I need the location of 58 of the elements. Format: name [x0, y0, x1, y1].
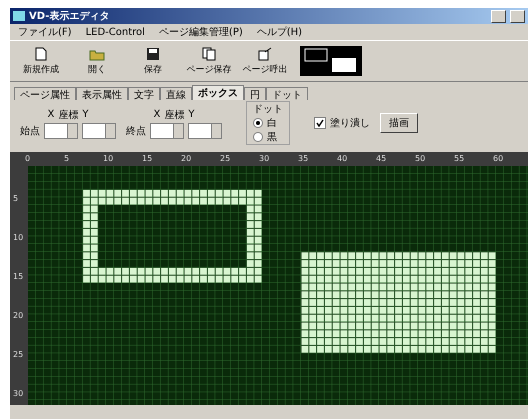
- menu-item[interactable]: ファイル(F): [18, 25, 72, 39]
- radio-label: 黒: [267, 131, 277, 144]
- radio-button[interactable]: [253, 132, 263, 142]
- spin-field[interactable]: [44, 122, 78, 138]
- ruler-label: 35: [298, 154, 308, 164]
- ruler-label: 15: [13, 272, 24, 281]
- axis-label: Y: [188, 109, 194, 120]
- radio-button[interactable]: [253, 118, 263, 128]
- ruler-label: 25: [220, 154, 230, 164]
- tab[interactable]: ページ属性: [14, 87, 76, 100]
- ruler-label: 0: [25, 154, 30, 164]
- page-icon: [35, 46, 47, 60]
- ruler-label: 15: [142, 154, 152, 164]
- ruler-label: 55: [454, 154, 464, 164]
- checkbox-label: 塗り潰し: [330, 116, 370, 130]
- menu-item[interactable]: ページ編集管理(P): [158, 25, 243, 39]
- spin-field[interactable]: [150, 122, 184, 138]
- maximize-button[interactable]: [510, 10, 525, 22]
- ruler-label: 50: [415, 154, 426, 164]
- pages-icon: [201, 46, 217, 60]
- ruler-label: 60: [493, 154, 504, 164]
- menu-item[interactable]: LED-Control: [86, 26, 145, 38]
- ruler-label: 20: [13, 311, 24, 320]
- window-title: VD-表示エディタ: [29, 10, 110, 23]
- app-icon: [13, 11, 25, 21]
- group-title: ドット: [253, 103, 283, 116]
- ruler-label: 10: [13, 233, 24, 242]
- ruler-label: 30: [13, 389, 24, 398]
- ruler-label: 45: [376, 154, 386, 164]
- ruler-label: 30: [259, 154, 270, 164]
- tab[interactable]: 表示属性: [76, 87, 128, 100]
- ruler-label: 25: [13, 350, 24, 359]
- checkbox[interactable]: [314, 117, 326, 129]
- radio-label: 白: [267, 117, 277, 130]
- tab[interactable]: 文字: [128, 87, 160, 100]
- coordinate-label: 座標: [164, 108, 184, 122]
- tab[interactable]: ボックス: [192, 85, 244, 100]
- menu-item[interactable]: ヘルプ(H): [256, 25, 302, 39]
- tab[interactable]: 円: [244, 87, 266, 100]
- field-label: 始点: [20, 124, 40, 138]
- ruler-label: 20: [181, 154, 192, 164]
- axis-label: X: [48, 109, 54, 120]
- tab[interactable]: 直線: [160, 87, 192, 100]
- page-arrow-icon: [257, 46, 273, 60]
- ruler-label: 10: [103, 154, 114, 164]
- draw-button[interactable]: 描画: [380, 113, 418, 133]
- field-label: 終点: [126, 124, 146, 138]
- floppy-icon: [146, 46, 160, 60]
- ruler-label: 5: [13, 194, 18, 203]
- axis-label: Y: [82, 109, 88, 120]
- spin-field[interactable]: [82, 122, 116, 138]
- spin-field[interactable]: [188, 122, 222, 138]
- axis-label: X: [154, 109, 160, 120]
- coordinate-label: 座標: [58, 108, 78, 122]
- tab[interactable]: ドット: [266, 87, 308, 100]
- ruler-label: 5: [64, 154, 70, 164]
- ruler-label: 40: [337, 154, 348, 164]
- minimize-button[interactable]: [491, 10, 506, 22]
